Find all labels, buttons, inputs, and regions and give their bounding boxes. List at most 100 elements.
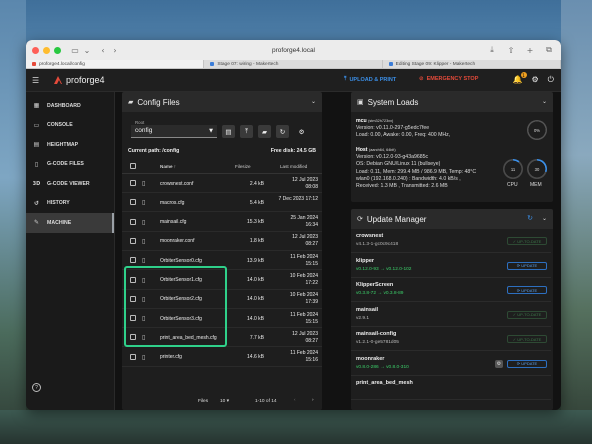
refresh-button[interactable]: ↻ (276, 125, 289, 138)
update-button[interactable]: ⟳ UPDATE (507, 286, 547, 294)
column-name-header[interactable]: Name ↑ (160, 164, 176, 169)
main-content: ▰ Config Files ⌄ Root config ▼ ▤ ⤒ ▰ ↻ ⚙… (115, 92, 561, 410)
update-button[interactable]: ⟳ UPDATE (507, 359, 547, 368)
column-size-header[interactable]: Filesize (235, 164, 251, 169)
settings-gear-icon[interactable]: ⚙ (495, 359, 503, 368)
file-checkbox[interactable] (130, 180, 136, 186)
update-button-label: UP-TO-DATE (517, 336, 542, 342)
file-time: 08:27 (305, 241, 318, 248)
minimize-window-button[interactable] (43, 46, 50, 54)
per-page-select[interactable]: 10 ▾ (220, 399, 229, 404)
file-row[interactable]: ▯ printer.cfg 14.6 kB 11 Feb 2024 15:16 (122, 348, 322, 367)
up-to-date-badge: ✓ UP-TO-DATE (507, 237, 547, 245)
host-arch: (aarch64, 64bit) (368, 148, 396, 152)
file-row[interactable]: ▯ OrbiterSensor3.cfg 14.0 kB 11 Feb 2024 15:… (122, 309, 322, 329)
sidebar-item-dashboard[interactable]: ▦ DASHBOARD (26, 96, 114, 116)
share-icon[interactable]: ⇧ (505, 44, 517, 56)
power-icon[interactable]: ⏻ (548, 75, 554, 85)
tab-overview-icon[interactable]: ⧉ (543, 44, 555, 56)
next-page-icon[interactable]: › (312, 398, 314, 403)
sidebar-item-gcode-files[interactable]: ▯ G-CODE FILES (26, 155, 114, 175)
close-window-button[interactable] (32, 46, 39, 54)
file-name: mainsail.cfg (160, 219, 187, 226)
sidebar-item-machine[interactable]: ✎ MACHINE (26, 213, 114, 233)
file-checkbox[interactable] (130, 276, 136, 283)
update-item: klipper v0.12.0-93 → v0.12.0-102 ⟳ UPDATE (351, 254, 551, 278)
root-select[interactable]: config ▼ (131, 125, 217, 138)
file-icon: ▯ (142, 295, 146, 303)
forward-icon[interactable]: › (109, 44, 121, 56)
file-checkbox[interactable] (130, 237, 136, 244)
file-modified: 12 Jul 2023 08:08 (268, 177, 318, 191)
chevron-down-icon[interactable]: ⌄ (542, 98, 547, 105)
file-icon: ▯ (142, 218, 146, 226)
file-size: 15.3 kB (247, 219, 264, 226)
new-tab-icon[interactable]: + (524, 44, 536, 56)
file-checkbox[interactable] (130, 353, 136, 360)
file-checkbox[interactable] (130, 334, 136, 341)
browser-toolbar-icons: ⤓ ⇧ + ⧉ (486, 44, 555, 56)
upload-file-button[interactable]: ⤒ (240, 125, 253, 138)
help-icon[interactable]: ? (32, 383, 41, 392)
refresh-updates-icon[interactable]: ↻ (527, 214, 533, 222)
new-file-button[interactable]: ▤ (222, 125, 235, 138)
browser-tab-0[interactable]: proforge4.local/config (26, 60, 205, 68)
chevron-down-icon[interactable]: ⌄ (81, 44, 93, 56)
select-all-checkbox[interactable] (130, 163, 136, 169)
file-date: 11 Feb 2024 (290, 311, 318, 318)
chevron-down-icon[interactable]: ⌄ (542, 215, 547, 222)
upload-print-button[interactable]: ⤒ UPLOAD & PRINT (344, 76, 396, 83)
back-icon[interactable]: ‹ (97, 44, 109, 56)
sidebar-item-history[interactable]: ↺ HISTORY (26, 194, 114, 214)
root-select-value: config (135, 127, 153, 134)
sidebar-item-console[interactable]: ▭ CONSOLE (26, 116, 114, 136)
file-row[interactable]: ▯ OrbiterSensor0.cfg 13.9 kB 11 Feb 2024 15:… (122, 251, 322, 271)
file-pager: Files 10 ▾ 1-10 of 14 ‹ › (122, 394, 322, 410)
mcu-load: Load: 0.00, Awake: 0.00, Freq: 400 MHz, (356, 132, 451, 139)
file-date: 10 Feb 2024 (289, 292, 318, 299)
file-checkbox[interactable] (130, 199, 136, 206)
sidebar-item-heightmap[interactable]: ▤ HEIGHTMAP (26, 135, 114, 155)
update-item-version: v0.12.0-93 → v0.12.0-102 (356, 266, 412, 272)
system-loads-title: System Loads (367, 97, 419, 107)
browser-tab-2[interactable]: Editing Stage 09: Klipper - Makertech (383, 60, 561, 68)
settings-gear-icon[interactable]: ⚙ (295, 125, 308, 138)
system-loads-panel: ▣ System Loads ⌄ mcu (stm32h723xx) Versi… (351, 92, 553, 202)
file-row[interactable]: ▯ crowsnest.conf 2.4 kB 12 Jul 2023 08:08 (122, 174, 322, 193)
column-modified-header[interactable]: Last modified (280, 164, 307, 169)
zoom-window-button[interactable] (54, 46, 61, 54)
file-checkbox[interactable] (130, 257, 136, 264)
file-date: 11 Feb 2024 (290, 350, 318, 357)
new-folder-button[interactable]: ▰ (258, 125, 271, 138)
settings-gear-icon[interactable]: ⚙ (532, 75, 539, 85)
host-version: Version: v0.12.0-93-g43a9685c (356, 154, 429, 161)
prev-page-icon[interactable]: ‹ (294, 398, 296, 403)
mcu-name: mcu (356, 118, 367, 124)
sidebar-item-gcode-viewer[interactable]: 3D G-CODE VIEWER (26, 174, 114, 194)
dashboard-icon: ▦ (33, 102, 40, 110)
file-row[interactable]: ▯ OrbiterSensor2.cfg 14.0 kB 10 Feb 2024 17:… (122, 290, 322, 309)
file-row[interactable]: ▯ moonraker.conf 1.8 kB 12 Jul 2023 08:27 (122, 232, 322, 251)
file-row[interactable]: ▯ macros.cfg 5.4 kB 7 Dec 2023 17:12 (122, 193, 322, 213)
notifications-bell-icon[interactable]: 🔔 1 (513, 72, 527, 85)
address-bar[interactable]: proforge4.local (272, 47, 315, 54)
emergency-stop-button[interactable]: ⊘ EMERGENCY STOP (419, 76, 478, 82)
browser-tab-1[interactable]: Stage 07: wiring - Makertech (204, 60, 383, 68)
menu-icon[interactable]: ☰ (32, 76, 40, 85)
download-icon[interactable]: ⤓ (486, 44, 498, 56)
file-checkbox[interactable] (130, 218, 136, 225)
file-name: OrbiterSensor3.cfg (160, 315, 202, 322)
update-button[interactable]: ⟳ UPDATE (507, 261, 547, 270)
chevron-down-icon[interactable]: ⌄ (311, 98, 316, 105)
file-row[interactable]: ▯ print_area_bed_mesh.cfg 7.7 kB 12 Jul 202… (122, 328, 322, 348)
file-checkbox[interactable] (130, 295, 136, 302)
sidebar-toggle-icon[interactable]: ▭ (69, 44, 81, 56)
file-modified: 11 Feb 2024 15:16 (268, 350, 318, 364)
file-checkbox[interactable] (130, 315, 136, 322)
update-item-name: klipper (356, 257, 375, 264)
file-row[interactable]: ▯ mainsail.cfg 15.3 kB 25 Jan 2024 16:34 (122, 213, 322, 232)
file-row[interactable]: ▯ OrbiterSensor1.cfg 14.0 kB 10 Feb 2024 17:… (122, 271, 322, 290)
sidebar-item-label: DASHBOARD (47, 102, 81, 109)
file-name: printer.cfg (160, 354, 182, 361)
file-icon: ▯ (142, 353, 146, 361)
